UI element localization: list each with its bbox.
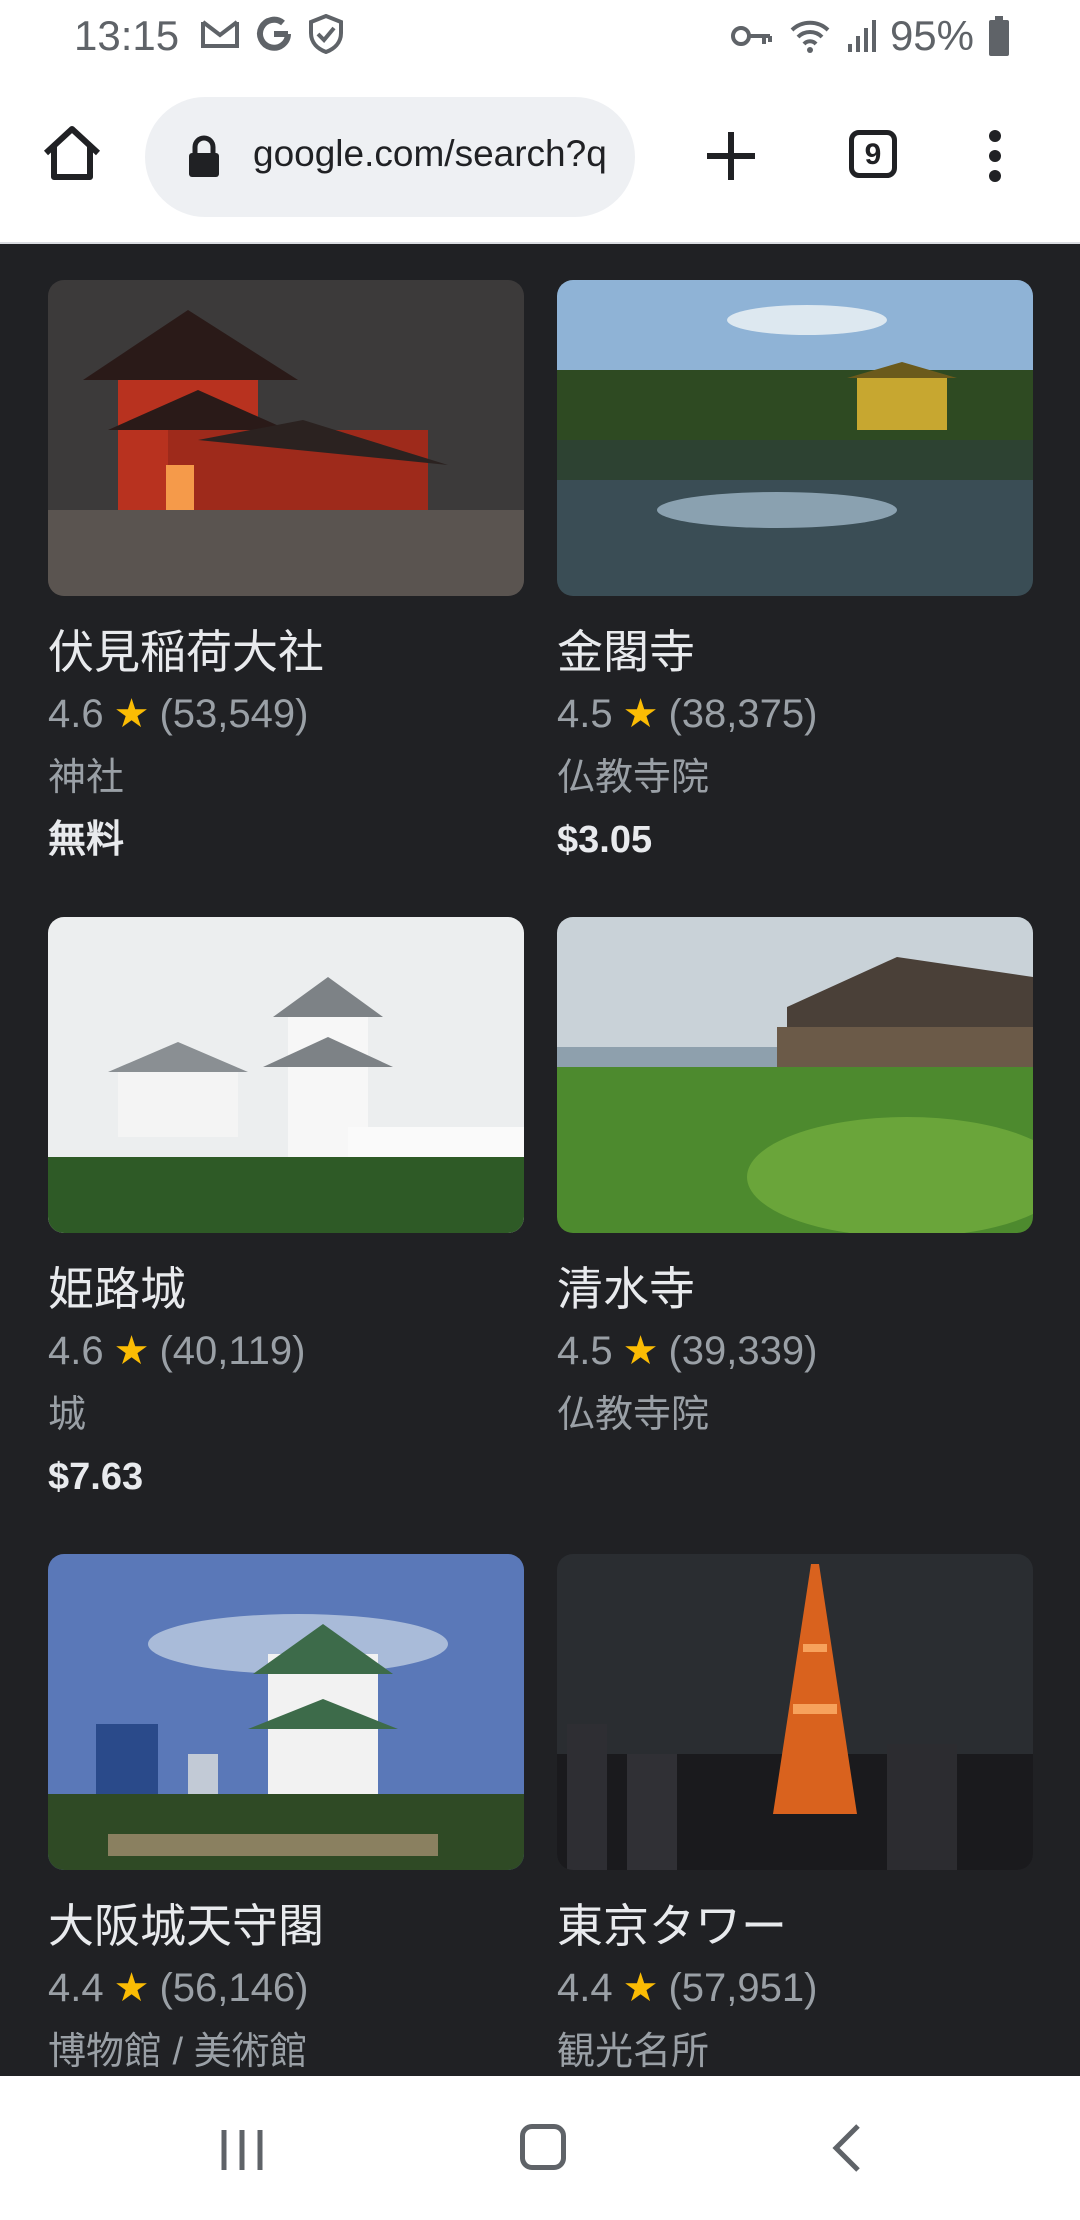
place-image[interactable] — [48, 280, 524, 596]
place-rating: 4.5 — [557, 1329, 613, 1373]
place-category: 城 — [48, 1394, 87, 1436]
place-image[interactable] — [557, 280, 1033, 596]
place-rating: 4.6 — [48, 692, 104, 736]
place-reviews: (40,119) — [159, 1329, 306, 1373]
place-rating: 4.5 — [557, 692, 613, 736]
status-bar: 13:15 95% — [0, 0, 1080, 76]
place-card[interactable]: 大阪城天守閣 4.4 ★ (56,146) 博物館 / 美術館 — [48, 1554, 524, 2076]
gmail-icon — [201, 20, 239, 48]
place-card[interactable]: 金閣寺 4.5 ★ (38,375) 仏教寺院 $3.05 — [557, 280, 1033, 866]
place-category: 仏教寺院 — [557, 757, 710, 799]
back-icon[interactable] — [828, 2122, 864, 2174]
place-rating: 4.6 — [48, 1329, 104, 1373]
place-card[interactable]: 清水寺 4.5 ★ (39,339) 仏教寺院 — [557, 917, 1033, 1441]
place-category: 神社 — [48, 757, 125, 799]
home-nav-icon[interactable] — [520, 2124, 566, 2170]
star-icon: ★ — [622, 1966, 659, 2010]
place-name: 金閣寺 — [557, 626, 695, 678]
place-price: $7.63 — [48, 1456, 144, 1498]
shield-check-icon — [309, 14, 343, 54]
place-rating-row: 4.6 ★ (40,119) — [48, 1325, 524, 1377]
place-reviews: (56,146) — [159, 1966, 309, 2010]
status-time: 13:15 — [74, 12, 180, 59]
place-price: 無料 — [48, 819, 125, 861]
place-image[interactable] — [557, 917, 1033, 1233]
browser-toolbar: google.com/search?q 9 — [0, 76, 1080, 244]
url-text: google.com/search?q — [253, 133, 607, 174]
place-price: $3.05 — [557, 819, 653, 861]
place-rating-row: 4.4 ★ (57,951) — [557, 1962, 1033, 2014]
place-name: 東京タワー — [557, 1900, 787, 1952]
lock-icon — [189, 135, 219, 177]
place-image[interactable] — [48, 1554, 524, 1870]
place-category: 仏教寺院 — [557, 1394, 710, 1436]
place-name: 清水寺 — [557, 1263, 695, 1315]
place-card[interactable]: 姫路城 4.6 ★ (40,119) 城 $7.63 — [48, 917, 524, 1503]
place-category: 観光名所 — [557, 2031, 710, 2073]
star-icon: ★ — [622, 692, 659, 736]
home-icon[interactable] — [40, 121, 104, 185]
tab-switcher-button[interactable]: 9 — [849, 130, 897, 178]
place-rating-row: 4.5 ★ (38,375) — [557, 688, 1033, 740]
google-icon — [257, 16, 291, 51]
new-tab-icon[interactable] — [703, 128, 759, 184]
place-reviews: (39,339) — [668, 1329, 818, 1373]
place-rating-row: 4.4 ★ (56,146) — [48, 1962, 524, 2014]
star-icon: ★ — [113, 692, 150, 736]
place-rating: 4.4 — [557, 1966, 613, 2010]
wifi-icon — [790, 20, 830, 53]
places-grid: 伏見稲荷大社 4.6 ★ (53,549) 神社 無料 金閣寺 4.5 ★ (3… — [0, 244, 1080, 2076]
place-name: 姫路城 — [48, 1263, 186, 1315]
more-options-icon[interactable] — [980, 126, 1010, 186]
address-bar[interactable]: google.com/search?q — [145, 97, 635, 217]
place-reviews: (38,375) — [668, 692, 818, 736]
place-rating: 4.4 — [48, 1966, 104, 2010]
star-icon: ★ — [113, 1966, 150, 2010]
place-rating-row: 4.5 ★ (39,339) — [557, 1325, 1033, 1377]
star-icon: ★ — [113, 1329, 150, 1373]
place-card[interactable]: 伏見稲荷大社 4.6 ★ (53,549) 神社 無料 — [48, 280, 524, 866]
place-name: 大阪城天守閣 — [48, 1900, 324, 1952]
place-rating-row: 4.6 ★ (53,549) — [48, 688, 524, 740]
place-name: 伏見稲荷大社 — [48, 626, 324, 678]
place-card[interactable]: 東京タワー 4.4 ★ (57,951) 観光名所 — [557, 1554, 1033, 2076]
star-icon: ★ — [622, 1329, 659, 1373]
place-reviews: (57,951) — [668, 1966, 818, 2010]
place-category: 博物館 / 美術館 — [48, 2031, 308, 2073]
recents-icon[interactable] — [218, 2126, 266, 2174]
battery-icon — [989, 16, 1009, 56]
signal-icon — [847, 20, 876, 52]
place-reviews: (53,549) — [159, 692, 309, 736]
place-image[interactable] — [557, 1554, 1033, 1870]
system-nav-bar — [0, 2076, 1080, 2220]
place-image[interactable] — [48, 917, 524, 1233]
vpn-key-icon — [730, 26, 772, 46]
battery-percent: 95% — [889, 12, 974, 59]
